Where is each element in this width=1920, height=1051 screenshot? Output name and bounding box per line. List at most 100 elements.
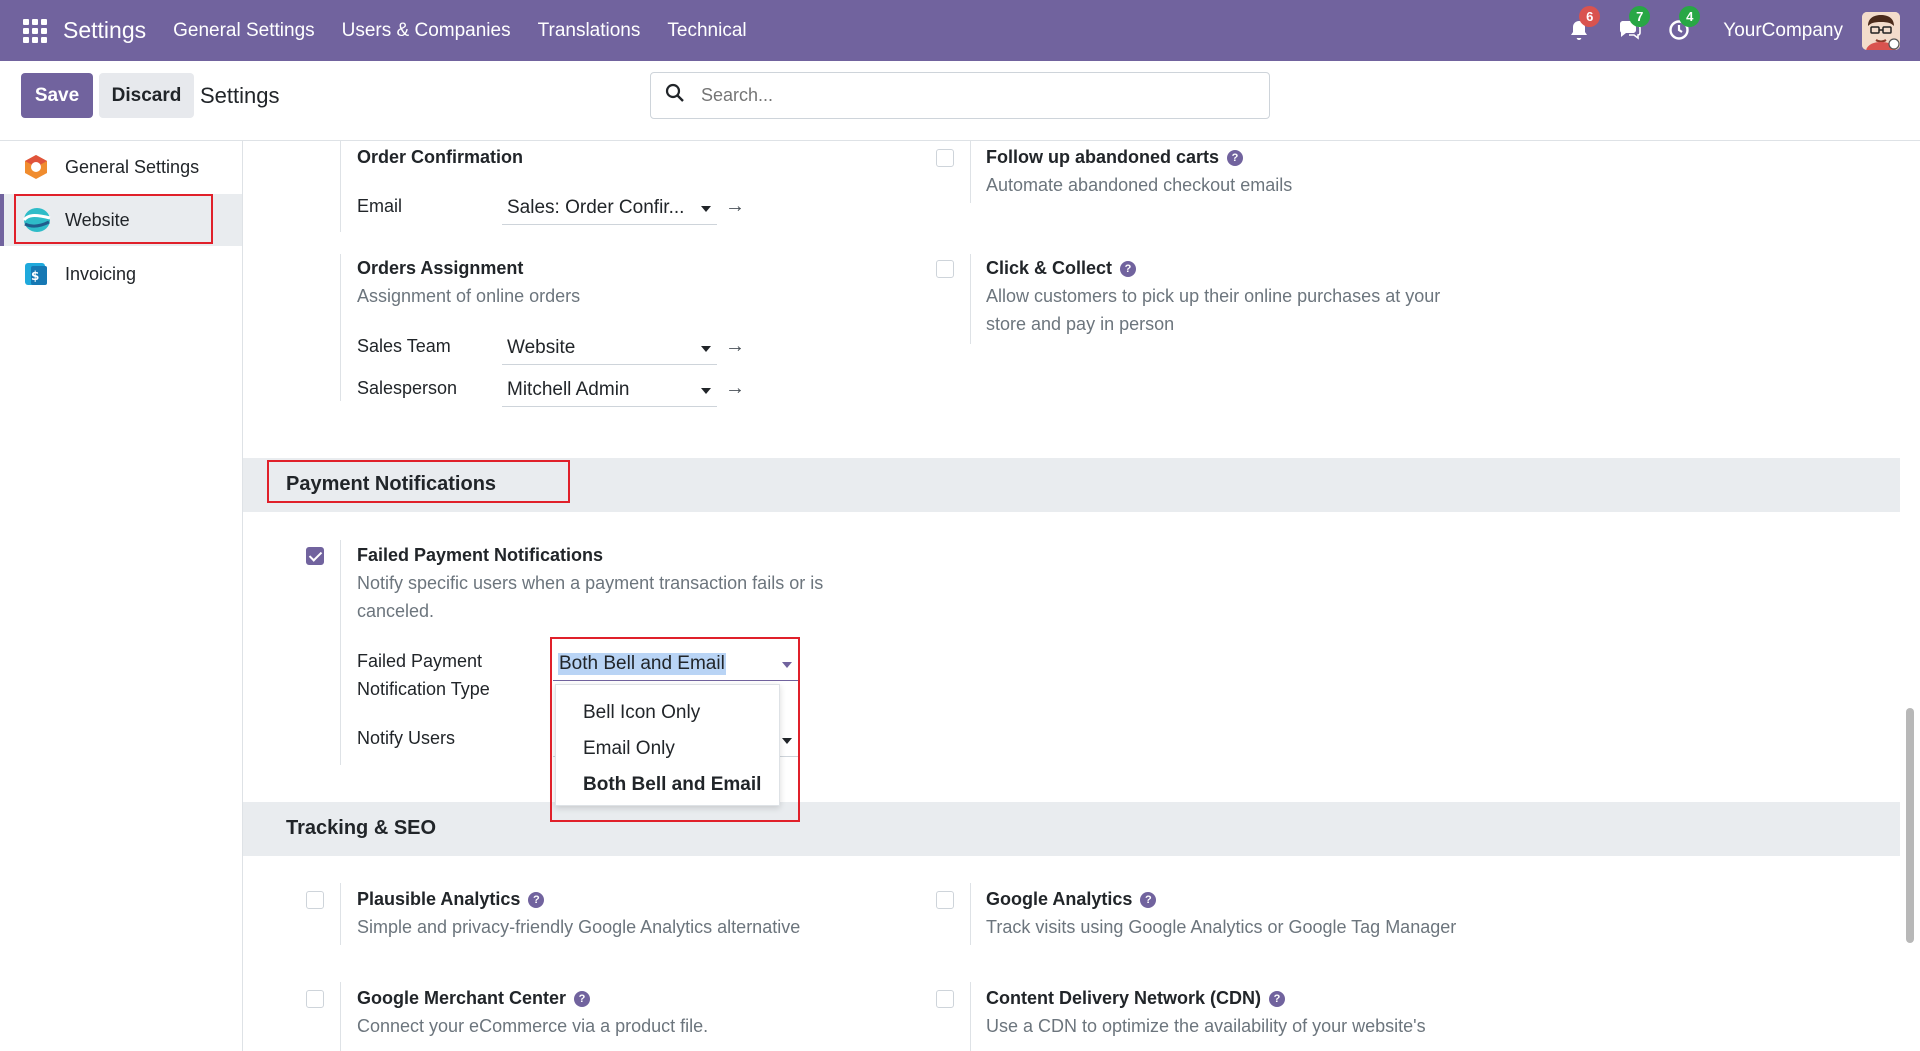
invoicing-app-icon: $ bbox=[23, 261, 49, 287]
messages-icon[interactable]: 7 bbox=[1617, 5, 1651, 44]
notify-users-label: Notify Users bbox=[357, 728, 456, 748]
caret-down-icon bbox=[701, 346, 711, 352]
google-analytics-title: Google Analytics? bbox=[986, 889, 1157, 910]
help-icon[interactable]: ? bbox=[1227, 150, 1244, 166]
setting-divider bbox=[340, 254, 341, 401]
apps-menu-icon[interactable] bbox=[23, 18, 47, 43]
discard-button[interactable]: Discard bbox=[99, 73, 194, 118]
control-panel: Save Discard Settings bbox=[0, 61, 1920, 141]
click-collect-desc-line2: store and pay in person bbox=[986, 314, 1175, 334]
cdn-checkbox[interactable] bbox=[936, 990, 954, 1008]
failed-payment-title: Failed Payment Notifications bbox=[357, 545, 604, 565]
select-value: Mitchell Admin bbox=[507, 378, 630, 400]
dropdown-option-bell-icon-only[interactable]: Bell Icon Only bbox=[583, 702, 700, 724]
menu-users-companies[interactable]: Users & Companies bbox=[342, 20, 511, 42]
order-confirmation-title: Order Confirmation bbox=[357, 147, 524, 167]
top-navbar: Settings General Settings Users & Compan… bbox=[0, 0, 1920, 61]
sales-team-select[interactable]: Website bbox=[502, 331, 717, 365]
google-merchant-checkbox[interactable] bbox=[306, 990, 324, 1008]
external-link-arrow-icon[interactable]: → bbox=[725, 335, 745, 358]
failed-payment-desc-line2: canceled. bbox=[357, 601, 435, 621]
salesperson-select[interactable]: Mitchell Admin bbox=[502, 373, 717, 407]
follow-up-carts-checkbox[interactable] bbox=[936, 149, 954, 167]
search-bar[interactable] bbox=[650, 72, 1270, 119]
external-link-arrow-icon[interactable]: → bbox=[725, 195, 745, 218]
notification-type-select[interactable]: Both Bell and Email bbox=[553, 647, 798, 681]
activities-clock-icon[interactable]: 4 bbox=[1667, 5, 1701, 44]
save-button[interactable]: Save bbox=[21, 73, 93, 118]
sidebar-item-label: Invoicing bbox=[65, 263, 137, 284]
search-input[interactable] bbox=[701, 85, 1201, 106]
setting-divider bbox=[970, 883, 971, 945]
notification-bell-icon[interactable]: 6 bbox=[1567, 5, 1601, 44]
company-switcher[interactable]: YourCompany bbox=[1723, 20, 1843, 42]
click-collect-desc-line1: Allow customers to pick up their online … bbox=[986, 286, 1441, 306]
search-icon bbox=[665, 83, 685, 108]
sales-team-label: Sales Team bbox=[357, 336, 451, 356]
click-collect-title: Click & Collect? bbox=[986, 258, 1137, 279]
plausible-checkbox[interactable] bbox=[306, 891, 324, 909]
caret-down-icon bbox=[701, 388, 711, 394]
page-scrollbar[interactable] bbox=[1906, 708, 1914, 943]
orders-assignment-desc: Assignment of online orders bbox=[357, 286, 581, 306]
setting-divider bbox=[970, 982, 971, 1051]
sidebar-item-label: General Settings bbox=[65, 156, 200, 177]
help-icon[interactable]: ? bbox=[1269, 991, 1286, 1007]
follow-up-carts-title: Follow up abandoned carts? bbox=[986, 147, 1244, 168]
failed-payment-desc-line1: Notify specific users when a payment tra… bbox=[357, 573, 824, 593]
dropdown-option-both-bell-and-email[interactable]: Both Bell and Email bbox=[583, 774, 761, 796]
google-merchant-desc: Connect your eCommerce via a product fil… bbox=[357, 1016, 709, 1036]
setting-divider bbox=[340, 540, 341, 765]
follow-up-carts-desc: Automate abandoned checkout emails bbox=[986, 175, 1293, 195]
notification-count-badge: 6 bbox=[1579, 5, 1601, 27]
settings-sidebar: General Settings Website $ Invoicing bbox=[0, 141, 243, 1051]
setting-divider bbox=[340, 982, 341, 1051]
menu-technical[interactable]: Technical bbox=[667, 20, 746, 42]
user-avatar[interactable] bbox=[1862, 11, 1900, 50]
help-icon[interactable]: ? bbox=[1120, 261, 1137, 277]
caret-down-icon bbox=[782, 738, 792, 744]
plausible-desc: Simple and privacy-friendly Google Analy… bbox=[357, 917, 801, 937]
tracking-seo-section-header bbox=[243, 802, 1900, 856]
help-icon[interactable]: ? bbox=[1140, 892, 1157, 908]
caret-down-icon bbox=[782, 662, 792, 668]
menu-general-settings[interactable]: General Settings bbox=[173, 20, 315, 42]
page-title: Settings bbox=[200, 83, 280, 108]
failed-payment-notifications-checkbox[interactable] bbox=[306, 547, 324, 565]
select-value: Sales: Order Confir... bbox=[507, 196, 685, 218]
help-icon[interactable]: ? bbox=[528, 892, 545, 908]
plausible-title: Plausible Analytics? bbox=[357, 889, 545, 910]
order-confirmation-email-select[interactable]: Sales: Order Confir... bbox=[502, 191, 717, 225]
google-merchant-title: Google Merchant Center? bbox=[357, 988, 591, 1009]
sidebar-item-invoicing[interactable]: $ Invoicing bbox=[0, 248, 242, 300]
tracking-seo-title: Tracking & SEO bbox=[286, 817, 437, 839]
help-icon[interactable]: ? bbox=[574, 991, 591, 1007]
website-app-icon bbox=[22, 207, 51, 233]
activities-count-badge: 4 bbox=[1679, 5, 1701, 27]
notification-type-label-line1: Failed Payment bbox=[357, 651, 483, 671]
setting-divider bbox=[340, 141, 341, 232]
app-brand[interactable]: Settings bbox=[63, 17, 146, 44]
cdn-desc: Use a CDN to optimize the availability o… bbox=[986, 1016, 1426, 1036]
notification-type-label-line2: Notification Type bbox=[357, 679, 490, 699]
notification-type-dropdown: Bell Icon Only Email Only Both Bell and … bbox=[555, 684, 780, 806]
svg-text:$: $ bbox=[31, 269, 39, 283]
sidebar-item-website[interactable]: Website bbox=[0, 194, 242, 246]
google-analytics-desc: Track visits using Google Analytics or G… bbox=[986, 917, 1457, 937]
setting-divider bbox=[970, 141, 971, 203]
menu-translations[interactable]: Translations bbox=[538, 20, 641, 42]
setting-divider bbox=[970, 254, 971, 344]
dropdown-option-email-only[interactable]: Email Only bbox=[583, 738, 675, 760]
caret-down-icon bbox=[701, 206, 711, 212]
google-analytics-checkbox[interactable] bbox=[936, 891, 954, 909]
setting-divider bbox=[340, 883, 341, 945]
email-label: Email bbox=[357, 196, 403, 216]
messages-count-badge: 7 bbox=[1629, 5, 1651, 27]
orders-assignment-title: Orders Assignment bbox=[357, 258, 524, 278]
click-collect-checkbox[interactable] bbox=[936, 260, 954, 278]
external-link-arrow-icon[interactable]: → bbox=[725, 377, 745, 400]
sidebar-item-general-settings[interactable]: General Settings bbox=[0, 141, 242, 193]
select-value: Website bbox=[507, 336, 576, 358]
cdn-title: Content Delivery Network (CDN)? bbox=[986, 988, 1286, 1009]
general-settings-app-icon bbox=[23, 154, 49, 180]
